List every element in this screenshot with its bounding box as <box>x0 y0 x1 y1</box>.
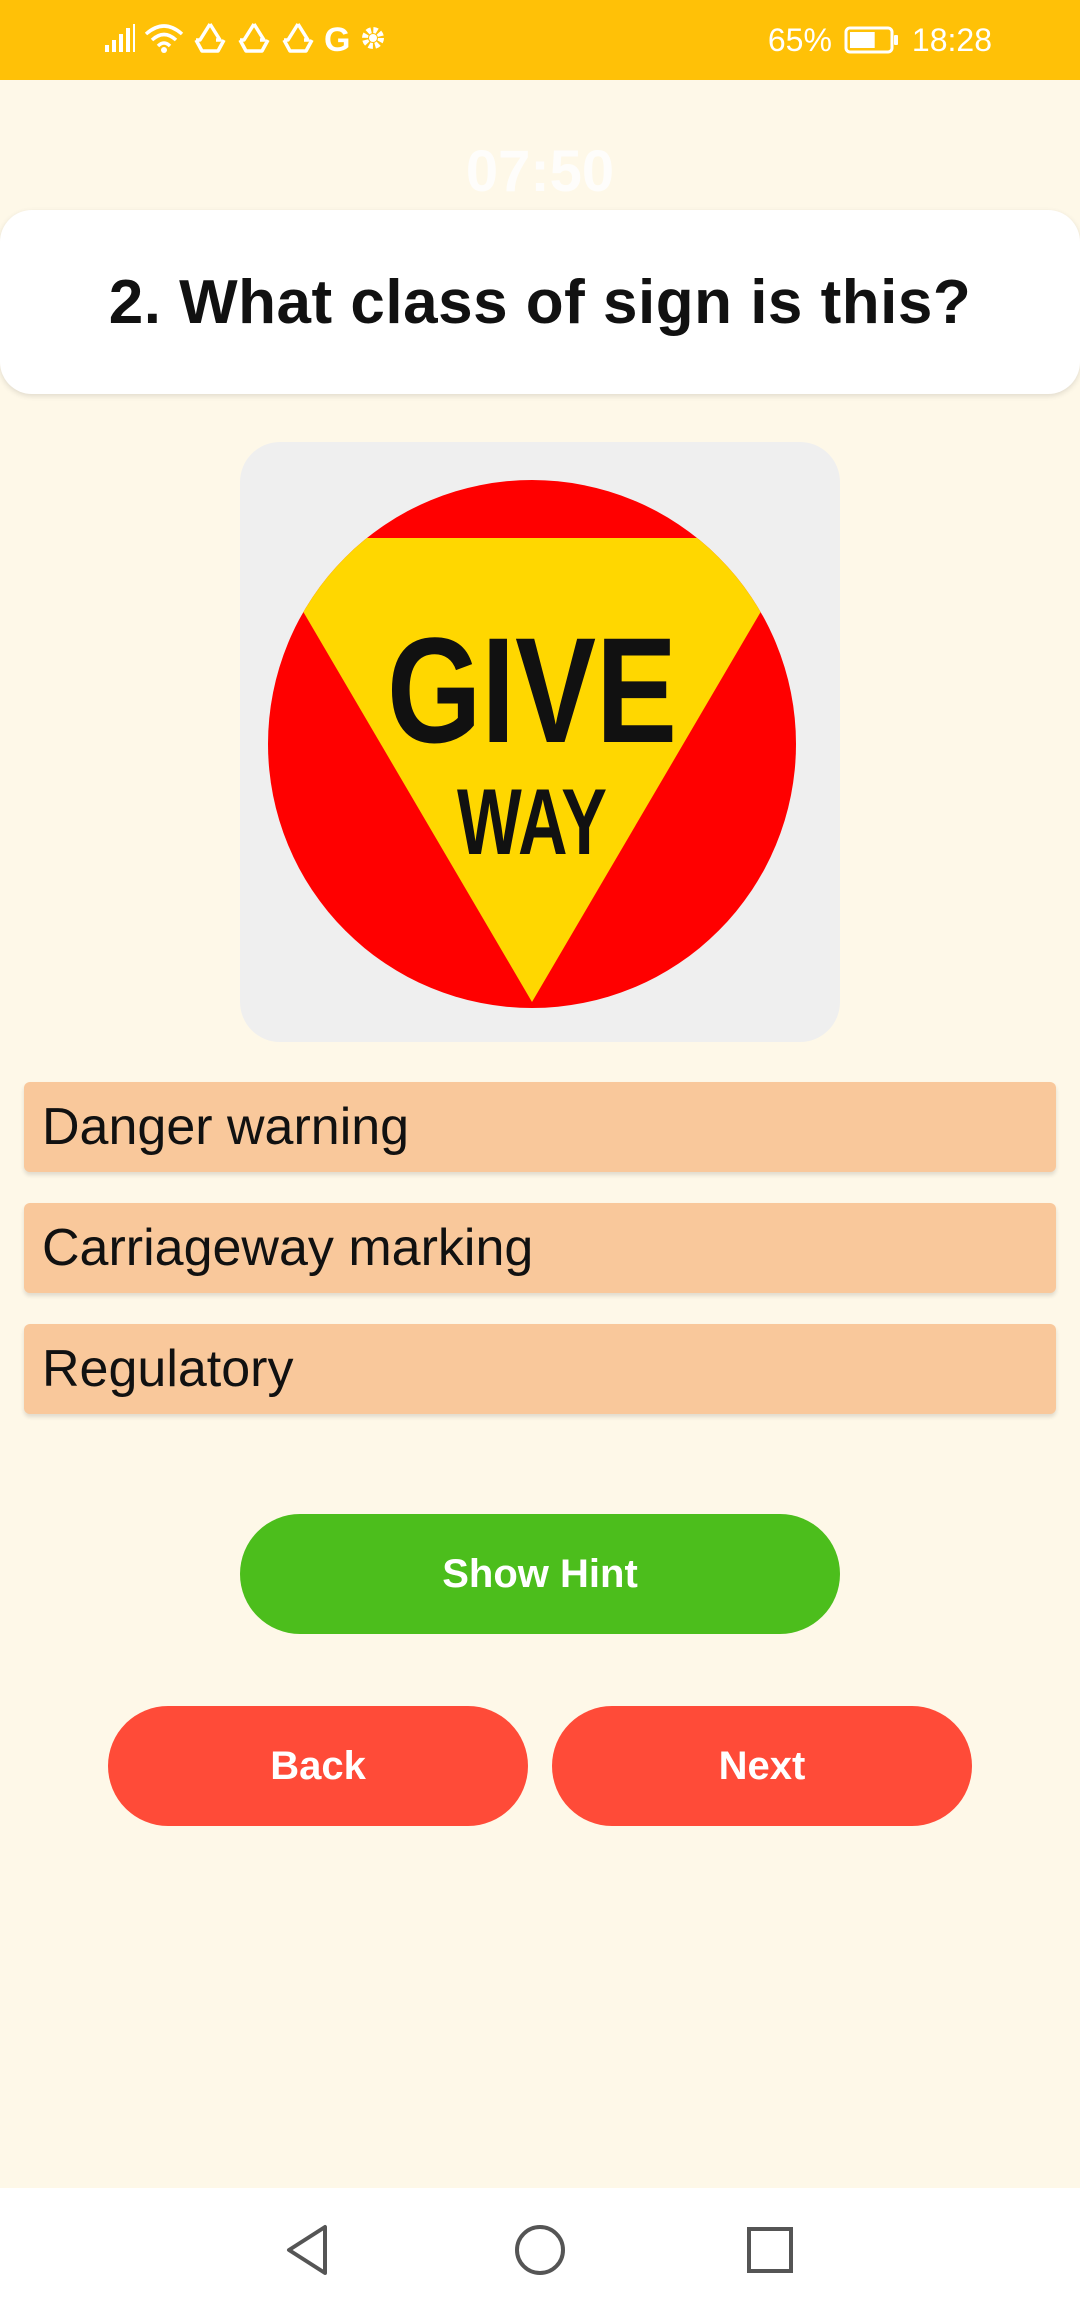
system-nav-bar <box>0 2188 1080 2312</box>
answer-option-label: Carriageway marking <box>42 1219 534 1277</box>
sign-image: GIVE WAY <box>240 442 840 1042</box>
answer-option-carriageway-marking[interactable]: Carriageway marking <box>24 1203 1056 1293</box>
nav-home-button[interactable] <box>510 2220 570 2280</box>
sign-text-line1: GIVE <box>387 606 677 774</box>
battery-icon <box>844 26 900 54</box>
quiz-timer: 07:50 <box>465 139 615 204</box>
recents-square-icon <box>745 2225 795 2275</box>
next-button[interactable]: Next <box>552 1706 972 1826</box>
recycle-icon <box>236 21 272 60</box>
answer-option-label: Regulatory <box>42 1340 294 1398</box>
signal-icon <box>104 23 136 58</box>
question-card: 2. What class of sign is this? <box>0 210 1080 394</box>
wifi-icon <box>144 22 184 59</box>
clock: 18:28 <box>911 21 992 58</box>
recycle-icon <box>192 21 228 60</box>
answer-option-label: Danger warning <box>42 1098 410 1156</box>
battery-percent: 65% <box>767 21 832 58</box>
give-way-sign: GIVE WAY <box>268 480 796 1008</box>
question-text: 2. What class of sign is this? <box>108 267 972 337</box>
status-bar: G 65% 18:28 <box>0 0 1080 80</box>
gear-icon <box>358 23 388 58</box>
back-triangle-icon <box>283 2223 333 2277</box>
answer-option-danger-warning[interactable]: Danger warning <box>24 1082 1056 1172</box>
sign-text-line2: WAY <box>457 769 607 874</box>
recycle-icon <box>280 21 316 60</box>
answer-option-regulatory[interactable]: Regulatory <box>24 1324 1056 1414</box>
back-button[interactable]: Back <box>108 1706 528 1826</box>
status-icons-right: 65% 18:28 <box>768 18 992 62</box>
show-hint-button[interactable]: Show Hint <box>240 1514 840 1634</box>
network-type-label: G <box>324 20 351 59</box>
status-icons-left: G <box>104 18 388 62</box>
nav-back-button[interactable] <box>278 2220 338 2280</box>
nav-recents-button[interactable] <box>740 2220 800 2280</box>
home-circle-icon <box>513 2223 567 2277</box>
